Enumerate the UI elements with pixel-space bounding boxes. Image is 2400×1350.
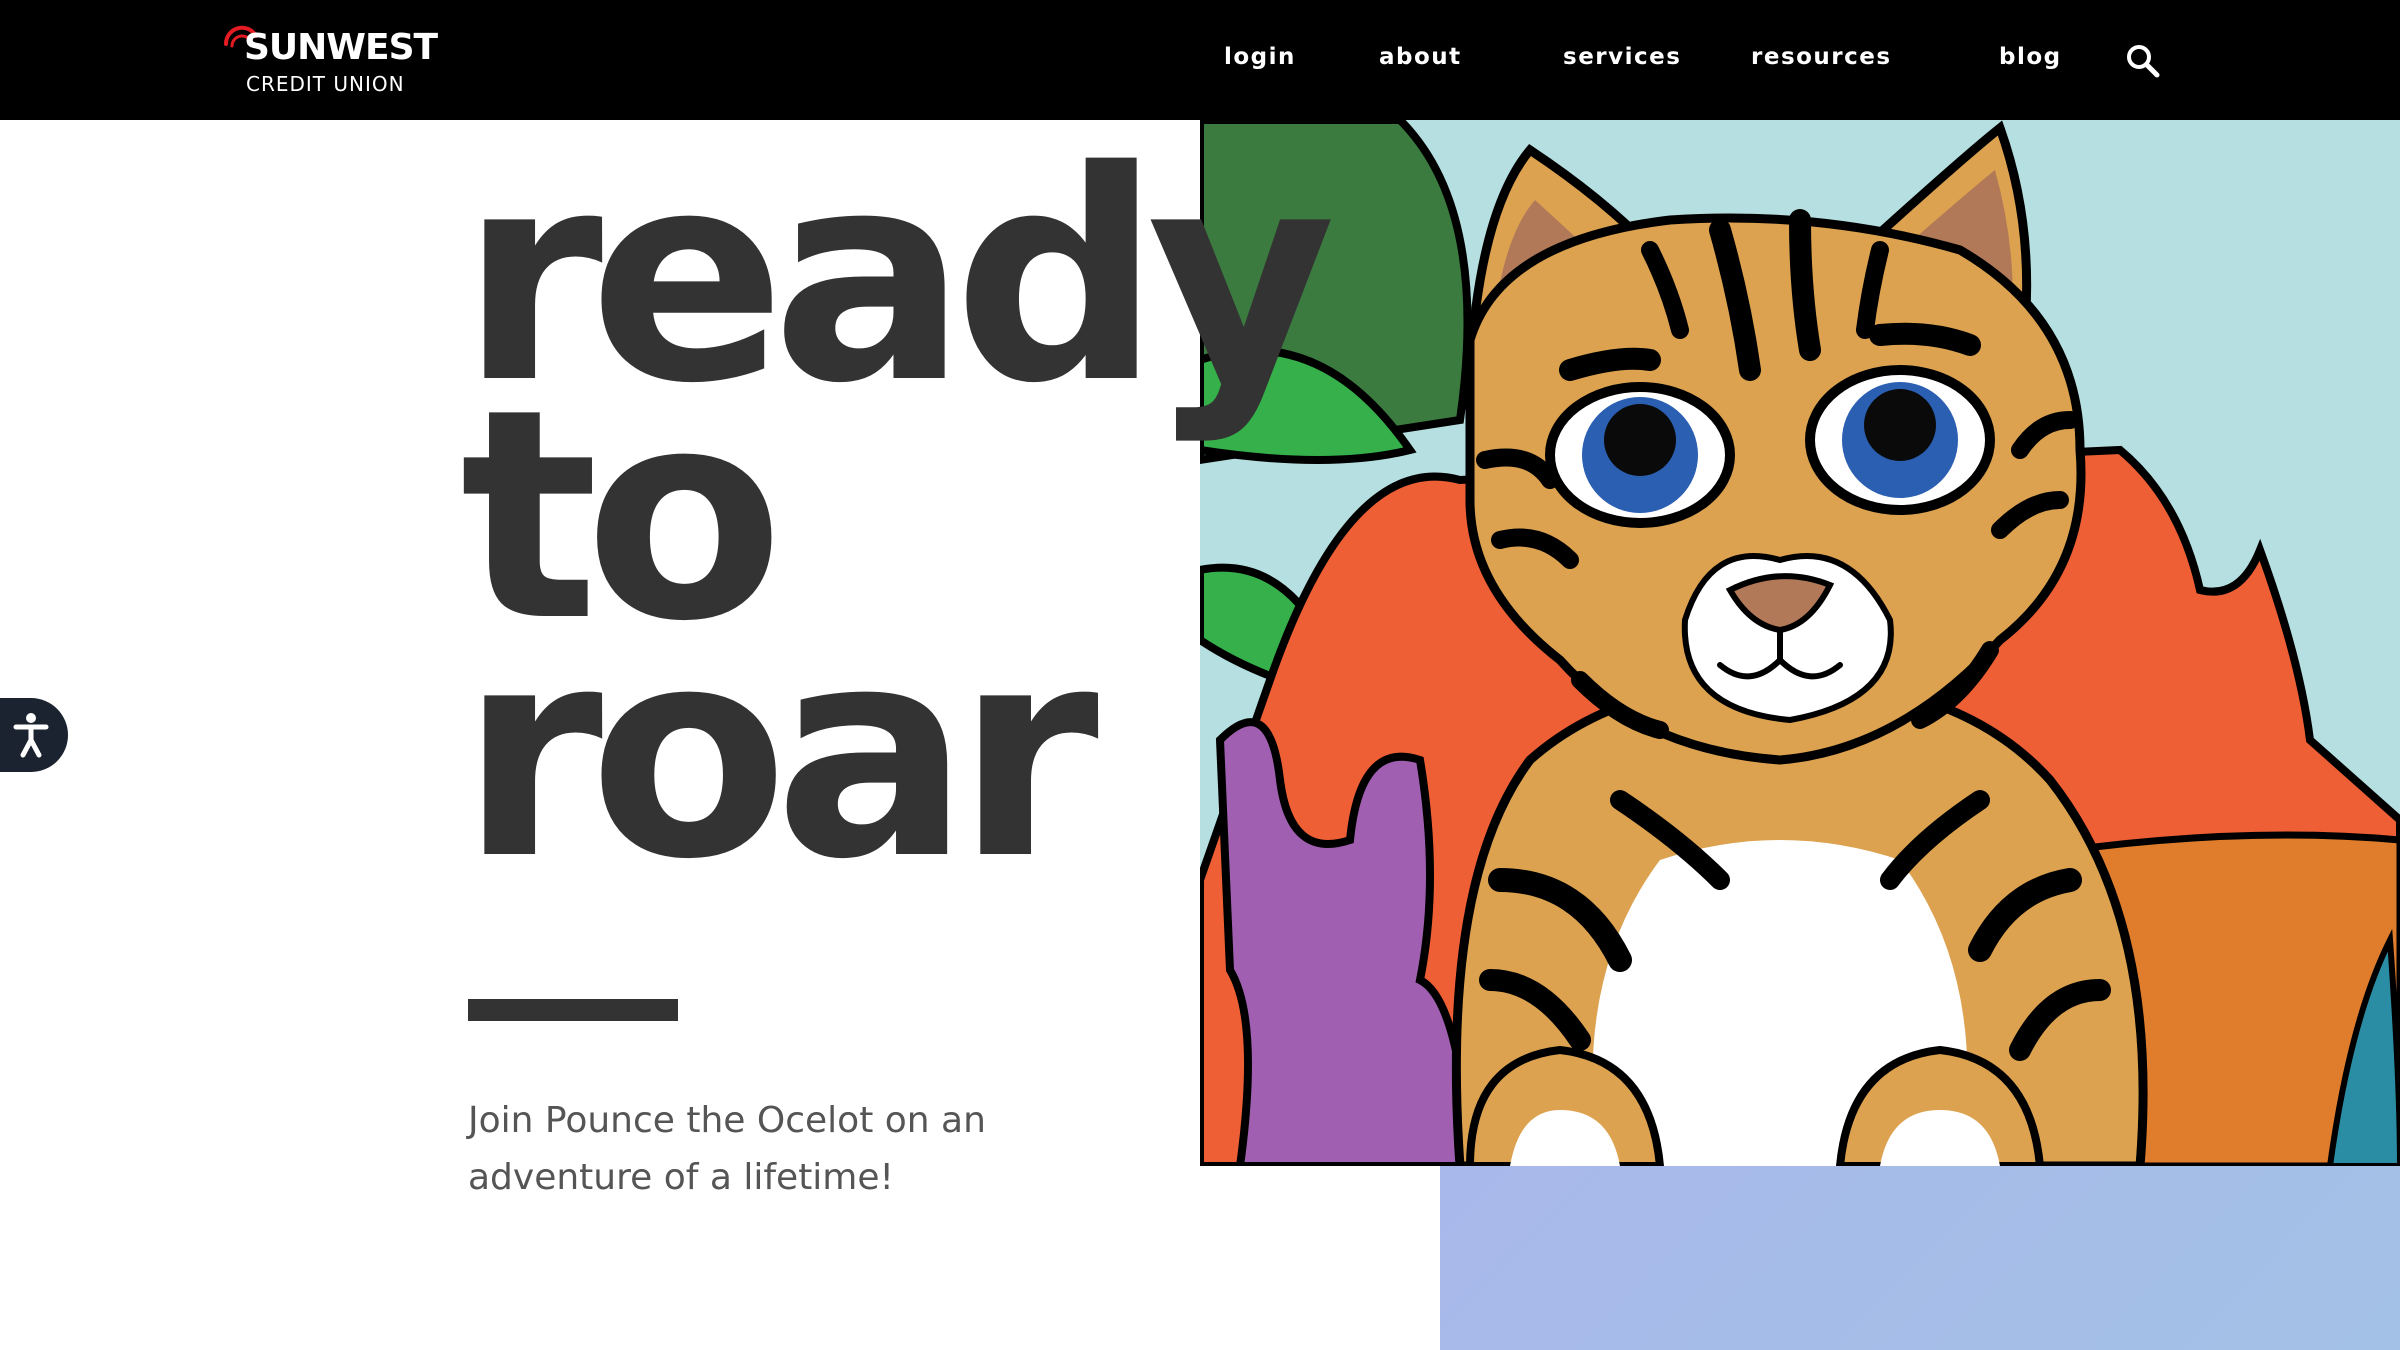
logo-wordmark: SUNWEST — [244, 27, 438, 68]
search-icon — [2127, 45, 2160, 78]
nav-services[interactable]: services — [1563, 46, 1681, 69]
blue-color-block — [1440, 1166, 2400, 1350]
hero-subtitle: Join Pounce the Ocelot on an adventure o… — [468, 1100, 986, 1198]
search-button[interactable] — [2124, 42, 2162, 80]
accessibility-button[interactable] — [0, 698, 68, 772]
nav-login[interactable]: login — [1224, 46, 1296, 69]
hero-divider — [468, 999, 678, 1021]
nav-about[interactable]: about — [1379, 46, 1462, 69]
ocelot-illustration — [1200, 120, 2400, 1166]
page: SUNWEST CREDIT UNION login about service… — [0, 0, 2400, 1350]
accessibility-icon — [13, 713, 49, 758]
logo-subline: CREDIT UNION — [246, 72, 405, 96]
nav-resources[interactable]: resources — [1751, 46, 1892, 69]
top-navigation-bar: SUNWEST CREDIT UNION login about service… — [0, 0, 2400, 120]
hero-title-line-3: roar — [460, 586, 1099, 923]
hero-title: ready to roar — [460, 134, 1336, 923]
sunwest-logo-link[interactable]: SUNWEST CREDIT UNION — [222, 24, 438, 100]
nav-blog[interactable]: blog — [1999, 46, 2062, 69]
